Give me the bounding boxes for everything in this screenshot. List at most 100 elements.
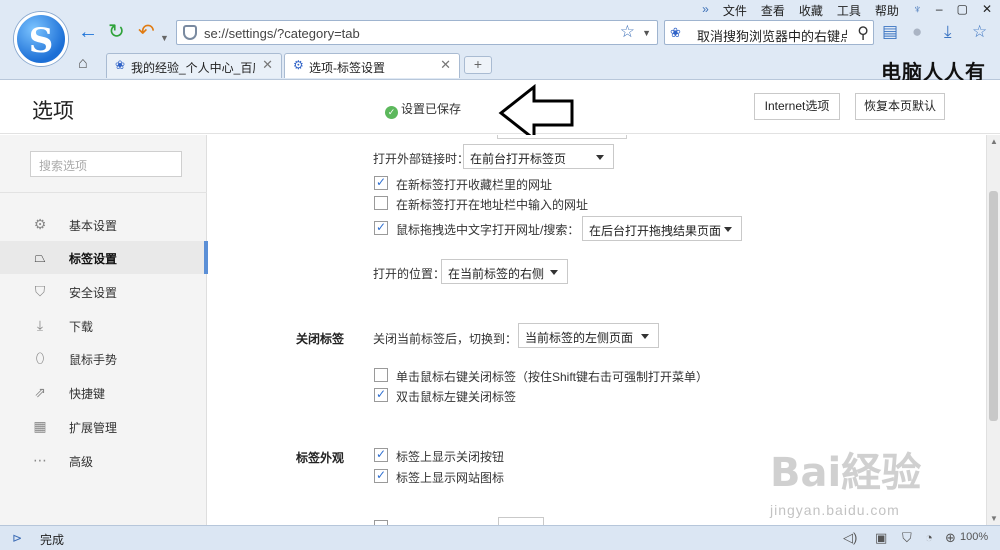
zoom-in-icon[interactable]: ⊕ <box>945 530 956 546</box>
open-external-select[interactable]: 在前台打开标签页 <box>463 144 614 169</box>
options-search-input[interactable]: 搜索选项 <box>30 151 182 177</box>
checkbox-label: 在新标签打开在地址栏中输入的网址 <box>396 198 589 212</box>
select-value: 在当前标签的右侧 <box>448 267 545 281</box>
address-url[interactable]: se://settings/?category=tab <box>204 26 360 41</box>
accelerate-icon[interactable]: ◔ <box>925 530 933 545</box>
select-value: 当前标签的左侧页面 <box>525 331 634 345</box>
checkbox[interactable] <box>374 468 388 483</box>
settings-sidebar: 搜索选项 ⚙ 基本设置 ⏢ 标签设置 ⛉ 安全设置 ⤓ 下载 ⬯ 鼠标手势 ⇗ … <box>0 135 208 525</box>
tab-appearance-section-title: 标签外观 <box>296 451 345 465</box>
checkbox-label: 标签上显示关闭按钮 <box>396 450 505 464</box>
sidebar-item-shortcuts[interactable]: ⇗ 快捷键 <box>0 376 207 409</box>
sidebar-item-label: 下载 <box>69 320 94 334</box>
check-circle-icon: ✓ <box>385 106 398 119</box>
select-value: 在后台打开拖拽结果页面 <box>589 224 722 238</box>
after-close-select[interactable]: 当前标签的左侧页面 <box>518 323 659 348</box>
checkbox[interactable] <box>374 175 388 190</box>
chevron-down-icon <box>724 227 732 232</box>
scrollbar-thumb[interactable] <box>989 191 998 421</box>
new-tab-button[interactable]: + <box>464 56 492 74</box>
tab-close-icon[interactable]: ✕ <box>262 57 273 73</box>
restore-icon[interactable]: ▢ <box>957 2 968 19</box>
checkbox[interactable] <box>374 387 388 402</box>
baidu-url: jingyan.baidu.com <box>770 502 900 518</box>
menu-tools[interactable]: 工具 <box>837 2 861 19</box>
reset-defaults-button[interactable]: 恢复本页默认 <box>855 93 945 120</box>
tab-label: 我的经验_个人中心_百度 <box>131 61 255 75</box>
baidu-watermark: Bai経验 jingyan.baidu.com <box>770 440 980 530</box>
vertical-scrollbar[interactable]: ▲ ▼ <box>986 135 1000 525</box>
internet-options-button[interactable]: Internet选项 <box>754 93 840 120</box>
undo-dropdown-icon[interactable]: ▼ <box>160 28 169 48</box>
checkbox[interactable] <box>374 368 388 382</box>
checkbox[interactable] <box>374 220 388 235</box>
sidebar-item-label: 高级 <box>69 455 94 469</box>
sidebar-item-tabs[interactable]: ⏢ 标签设置 <box>0 241 208 274</box>
checkbox[interactable] <box>374 447 388 462</box>
reader-icon[interactable]: ▤ <box>882 22 898 42</box>
search-box[interactable]: ❀ 取消搜狗浏览器中的右键点 ⚲ <box>664 20 874 45</box>
volume-icon[interactable]: ◁) <box>843 530 857 546</box>
extensions-icon: ▦ <box>33 418 47 434</box>
skin-icon[interactable]: ♆ <box>913 2 922 19</box>
security-status-icon[interactable]: ⛉ <box>902 530 912 546</box>
checkbox-label: 在新标签打开收藏栏里的网址 <box>396 178 553 192</box>
mouse-icon: ⬯ <box>35 350 45 366</box>
tab-baidu-experience[interactable]: ❀ 我的经验_个人中心_百度 ✕ <box>106 53 282 78</box>
checkbox[interactable] <box>374 196 388 210</box>
menu-help[interactable]: 帮助 <box>875 2 899 19</box>
tab-close-icon[interactable]: ✕ <box>440 57 451 73</box>
gear-icon: ⚙ <box>33 216 47 232</box>
menu-favorites[interactable]: 收藏 <box>799 2 823 19</box>
sidebar-item-mouse-gesture[interactable]: ⬯ 鼠标手势 <box>0 342 207 375</box>
undo-icon[interactable]: ↶ <box>138 22 155 42</box>
browser-toolbar: S » 文件 查看 收藏 工具 帮助 ♆ – ▢ ✕ ← ↻ ↶ ▼ se://… <box>0 0 1000 84</box>
baidu-paw-icon[interactable]: ❀ <box>670 25 681 41</box>
refresh-icon[interactable]: ↻ <box>108 22 125 42</box>
close-window-icon[interactable]: ✕ <box>982 2 992 19</box>
checkbox-label: 鼠标拖拽选中文字打开网址/搜索： <box>396 223 580 237</box>
favorites-toolbar-icon[interactable]: ☆ <box>972 22 987 42</box>
left-arrow-annotation-icon <box>498 84 574 142</box>
partial-select[interactable] <box>497 135 627 139</box>
after-close-label: 关闭当前标签后，切换到： <box>373 332 518 346</box>
sidebar-item-label: 基本设置 <box>69 219 118 233</box>
scroll-down-icon[interactable]: ▼ <box>990 514 998 523</box>
status-bar: ⊳ 完成 ◁) ▣ ⛉ ◔ ⊕ 100% <box>0 525 1000 550</box>
tab-settings[interactable]: ⚙ 选项-标签设置 ✕ <box>284 53 460 78</box>
double-chevron-icon[interactable]: » <box>702 2 709 19</box>
sidebar-item-download[interactable]: ⤓ 下载 <box>0 309 207 342</box>
sidebar-item-security[interactable]: ⛉ 安全设置 <box>0 275 207 308</box>
menu-file[interactable]: 文件 <box>723 2 747 19</box>
favorite-star-icon[interactable]: ☆ <box>620 22 635 42</box>
home-icon[interactable]: ⌂ <box>78 55 88 73</box>
open-position-label: 打开的位置： <box>373 267 446 281</box>
sidebar-toggle-icon[interactable]: ⊳ <box>12 531 22 545</box>
menu-view[interactable]: 查看 <box>761 2 785 19</box>
sidebar-item-basic[interactable]: ⚙ 基本设置 <box>0 208 207 241</box>
address-bar[interactable]: se://settings/?category=tab ☆ ▼ <box>176 20 658 45</box>
search-icon[interactable]: ⚲ <box>857 23 869 43</box>
cut-off-select[interactable] <box>498 517 544 525</box>
zoom-level[interactable]: 100% <box>960 531 988 543</box>
download-toolbar-icon[interactable]: ⤓ <box>944 22 952 42</box>
page-title: 选项 <box>32 100 74 123</box>
baidu-paw-icon: ❀ <box>115 58 126 72</box>
screenshot-icon[interactable]: ▣ <box>875 530 887 546</box>
more-icon: ⋯ <box>33 452 47 468</box>
search-input[interactable]: 取消搜狗浏览器中的右键点 <box>697 26 847 45</box>
address-dropdown-icon[interactable]: ▼ <box>642 28 651 38</box>
more-apps-icon[interactable]: ● <box>912 22 922 42</box>
scroll-up-icon[interactable]: ▲ <box>990 137 998 146</box>
sidebar-item-advanced[interactable]: ⋯ 高级 <box>0 444 207 477</box>
back-icon[interactable]: ← <box>78 22 98 42</box>
sidebar-item-label: 安全设置 <box>69 286 118 300</box>
sogou-logo[interactable]: S <box>14 12 68 66</box>
open-position-select[interactable]: 在当前标签的右侧 <box>441 259 568 284</box>
saved-status: ✓ 设置已保存 <box>385 100 461 119</box>
sidebar-item-extensions[interactable]: ▦ 扩展管理 <box>0 410 207 443</box>
drag-result-select[interactable]: 在后台打开拖拽结果页面 <box>582 216 742 241</box>
minimize-icon[interactable]: – <box>936 2 943 19</box>
security-shield-icon <box>183 25 197 40</box>
chevron-down-icon <box>596 155 604 160</box>
